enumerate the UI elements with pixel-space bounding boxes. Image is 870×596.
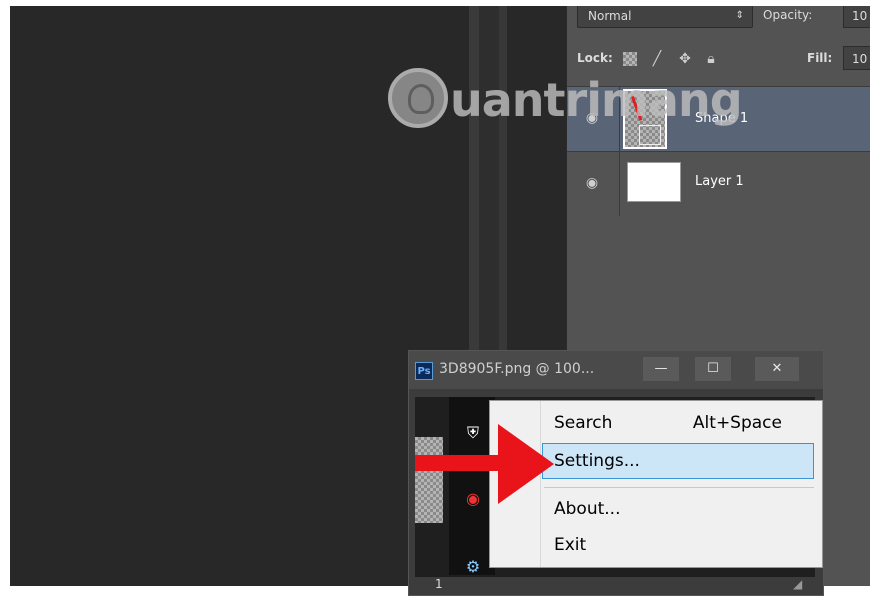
- eye-icon[interactable]: ◉: [581, 174, 603, 192]
- visibility-column: ◉: [567, 152, 620, 216]
- menu-item-label: Settings...: [554, 451, 640, 471]
- opacity-label: Opacity:: [763, 8, 813, 22]
- canvas-preview: [415, 437, 443, 523]
- menu-item-label: About...: [554, 499, 621, 519]
- chevron-down-icon: ⇕: [735, 10, 744, 21]
- maximize-button[interactable]: ☐: [695, 357, 731, 381]
- minimize-button[interactable]: —: [643, 357, 679, 381]
- tray-app-icon[interactable]: ◉: [463, 489, 483, 509]
- annotation-arrow-head: [498, 424, 554, 504]
- menu-separator: [544, 487, 814, 488]
- menu-item-label: Exit: [554, 535, 587, 555]
- menu-item-label: Search: [554, 413, 613, 433]
- watermark: uantrimang: [388, 62, 768, 142]
- blend-mode-select[interactable]: Normal ⇕: [577, 6, 753, 28]
- document-title: 3D8905F.png @ 100...: [439, 361, 595, 377]
- layer-row-layer-1[interactable]: ◉ Layer 1: [567, 151, 870, 216]
- tray-robot-icon[interactable]: ⚙: [463, 557, 483, 577]
- layer-thumbnail: [627, 162, 681, 202]
- opacity-input[interactable]: 10: [843, 6, 870, 28]
- window-title-bar[interactable]: Ps 3D8905F.png @ 100... — ☐ ✕: [409, 351, 823, 389]
- menu-item-exit[interactable]: Exit: [490, 527, 822, 563]
- bulb-logo-icon: [388, 68, 448, 128]
- photoshop-app-icon: Ps: [415, 362, 433, 380]
- fill-label: Fill:: [807, 51, 833, 65]
- layer-name: Layer 1: [695, 174, 744, 189]
- zoom-status: 1: [435, 577, 443, 591]
- menu-item-shortcut: Alt+Space: [692, 413, 782, 433]
- menu-item-settings[interactable]: Settings...: [542, 443, 814, 479]
- blend-mode-value: Normal: [588, 9, 632, 23]
- resize-grip-icon[interactable]: ◢: [793, 577, 802, 591]
- fill-input[interactable]: 10: [843, 46, 870, 70]
- close-button[interactable]: ✕: [755, 357, 799, 381]
- watermark-text: uantrimang: [450, 73, 743, 127]
- security-shield-icon[interactable]: ⛨: [463, 423, 483, 443]
